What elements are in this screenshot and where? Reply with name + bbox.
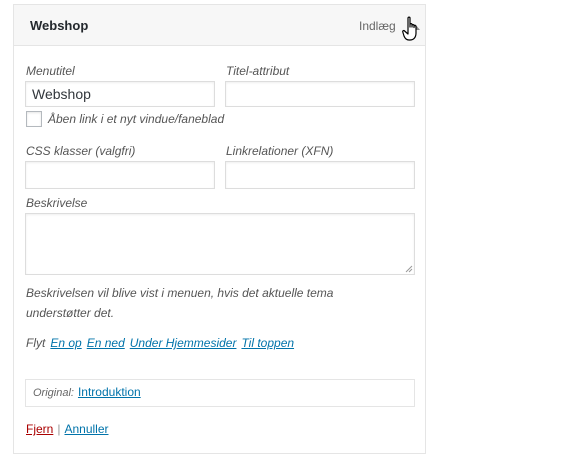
title-attribute-label: Titel-attribut <box>226 64 290 78</box>
menu-item-title: Webshop <box>30 18 89 33</box>
move-top-link[interactable]: Til toppen <box>241 336 294 350</box>
original-link-box: Original: Introduktion <box>25 379 415 407</box>
move-up-link[interactable]: En op <box>50 336 81 350</box>
description-textarea[interactable] <box>25 213 415 275</box>
resize-grip-icon[interactable] <box>405 265 413 273</box>
move-label: Flyt <box>26 336 46 350</box>
link-relationship-input[interactable] <box>225 161 415 189</box>
title-attribute-input[interactable] <box>225 81 415 107</box>
menu-item-panel: Webshop Indlæg Menutitel Webshop Titel-a… <box>13 4 426 454</box>
remove-link[interactable]: Fjern <box>26 422 53 436</box>
menu-title-input[interactable]: Webshop <box>25 81 215 107</box>
new-tab-label: Åben link i et nyt vindue/faneblad <box>48 112 225 126</box>
cancel-link[interactable]: Annuller <box>64 422 108 436</box>
css-classes-label: CSS klasser (valgfri) <box>26 144 136 158</box>
move-controls: Flyt En op En ned Under Hjemmesider Til topp… <box>26 336 294 350</box>
link-relationship-label: Linkrelationer (XFN) <box>226 144 334 158</box>
actions-separator: | <box>57 422 61 436</box>
move-down-link[interactable]: En ned <box>87 336 125 350</box>
description-label: Beskrivelse <box>26 196 88 210</box>
menu-item-header[interactable]: Webshop Indlæg <box>14 5 425 46</box>
move-under-link[interactable]: Under Hjemmesider <box>130 336 237 350</box>
css-classes-input[interactable] <box>25 161 215 189</box>
new-tab-checkbox[interactable] <box>26 111 42 127</box>
item-actions: Fjern | Annuller <box>26 422 109 436</box>
original-link[interactable]: Introduktion <box>78 385 141 399</box>
hand-cursor-icon <box>402 16 417 41</box>
menu-title-label: Menutitel <box>26 64 75 78</box>
menu-item-type: Indlæg <box>359 19 396 33</box>
description-note: Beskrivelsen vil blive vist i menuen, hv… <box>26 286 334 320</box>
original-label: Original: <box>33 387 74 399</box>
